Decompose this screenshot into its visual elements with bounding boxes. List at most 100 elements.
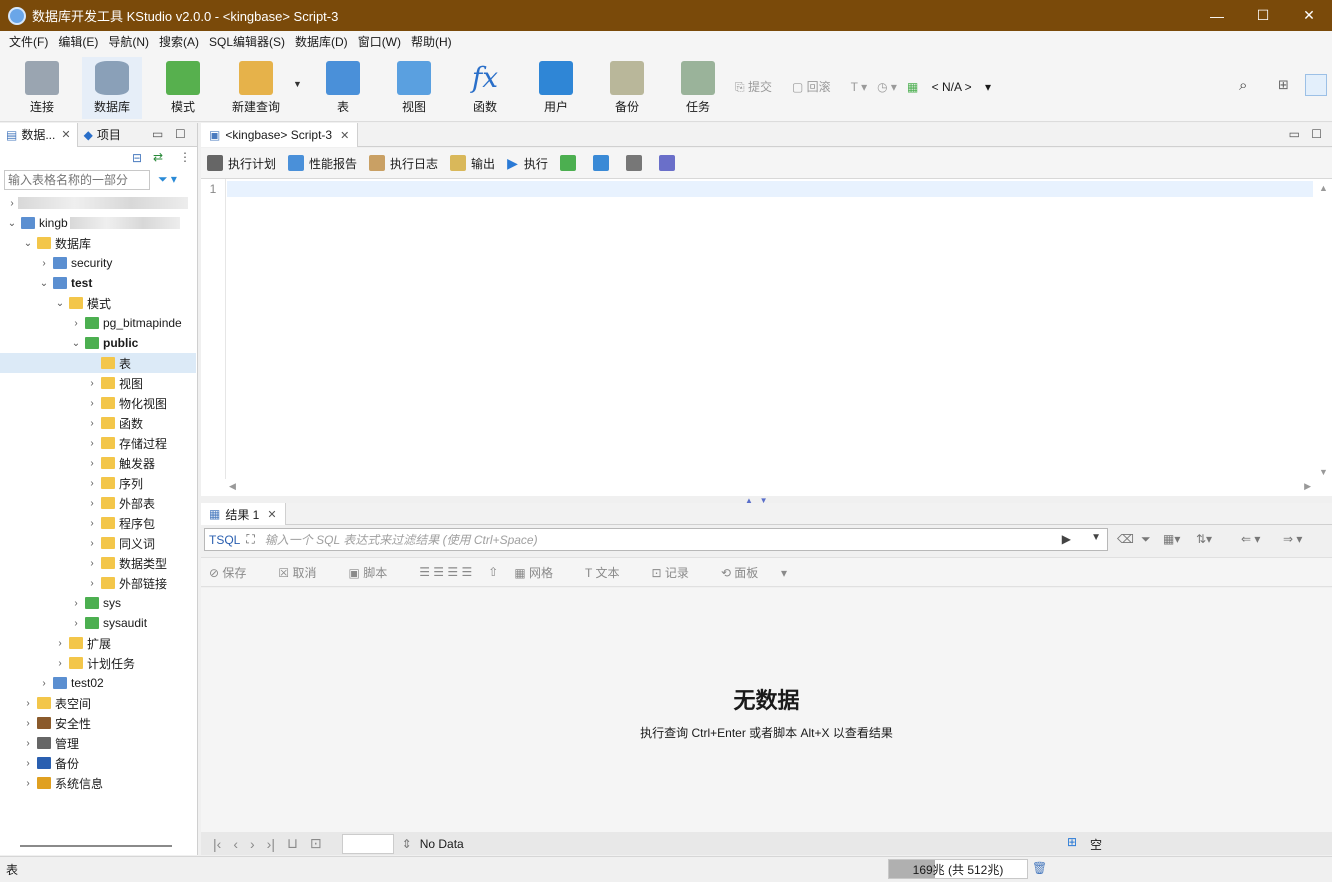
maximize-editor-icon[interactable]: ☐ [1311,127,1322,141]
tree-node-sysaudit[interactable]: › sysaudit [0,613,196,633]
memory-usage[interactable]: 169兆 (共 512兆) [888,859,1028,879]
execution-log-button[interactable]: 执行日志 [369,155,438,172]
tree-node-tablespaces[interactable]: › 表空间 [0,693,196,713]
rollback-button[interactable]: ▢ 回滚 [792,78,841,95]
filter-settings-icon[interactable]: ⏷ [1141,532,1151,547]
database-button[interactable]: 数据库 [82,57,142,119]
fetch-page-icon[interactable]: ⊔ [287,835,298,852]
tree-node-tables[interactable]: 表 [0,353,196,373]
link-editor-icon[interactable]: ⇄ [153,150,163,164]
menu-sql-editor[interactable]: SQL编辑器(S) [204,33,290,50]
filter-save-icon[interactable]: ▦▾ [1163,532,1180,546]
tree-node-connection-1[interactable]: › [0,193,196,213]
tab-project[interactable]: ◆ 项目 [78,123,127,147]
tree-node-databases[interactable]: ⌄ 数据库 [0,233,196,253]
open-perspective-icon[interactable]: ⊞ [1278,77,1289,93]
tab-result-1[interactable]: ▦ 结果 1 ✕ [201,503,286,525]
function-button[interactable]: fx 函数 [455,57,515,119]
close-icon[interactable]: ✕ [267,508,276,521]
tree-node-test02[interactable]: › test02 [0,673,196,693]
execute-in-new-tab-button[interactable] [559,155,581,171]
expand-icon[interactable]: › [6,198,18,209]
minimize-editor-icon[interactable]: ▭ [1289,127,1300,141]
close-icon[interactable]: ✕ [340,129,349,142]
back-arrow-icon[interactable]: ⇐ ▾ [1241,532,1260,546]
tree-node-dblinks[interactable]: › 外部链接 [0,573,196,593]
table-button[interactable]: 表 [313,57,373,119]
panels-button[interactable]: ⟲ 面板 ▾ [721,564,787,581]
menu-edit[interactable]: 编辑(E) [53,33,103,50]
tree-node-backup[interactable]: › 备份 [0,753,196,773]
menu-help[interactable]: 帮助(H) [406,33,457,50]
first-page-icon[interactable]: |‹ [213,836,221,852]
history-icon[interactable]: ◷ ▾ [877,80,897,94]
tree-node-datatypes[interactable]: › 数据类型 [0,553,196,573]
text-view-button[interactable]: T 文本 [585,564,635,581]
edit-sql-button[interactable] [658,155,680,171]
prev-page-icon[interactable]: ‹ [233,836,238,852]
explain-plan-button[interactable]: 执行计划 [207,155,276,172]
clear-filter-icon[interactable]: ⌫ [1117,532,1134,546]
scroll-down-icon[interactable]: ▼ [1319,467,1328,477]
forward-arrow-icon[interactable]: ⇒ ▾ [1283,532,1302,546]
output-button[interactable]: 输出 [450,155,495,172]
cancel-button[interactable]: ☒ 取消 [278,564,332,581]
tree-node-matviews[interactable]: › 物化视图 [0,393,196,413]
backup-button[interactable]: 备份 [597,57,657,119]
filter-icon[interactable]: ⏷ ▾ [158,172,177,187]
save-button[interactable]: ⊘ 保存 [209,564,262,581]
tree-node-security-db[interactable]: › security [0,253,196,273]
tree-node-security[interactable]: › 安全性 [0,713,196,733]
toggle-results-button[interactable] [625,155,647,171]
trash-icon[interactable]: 🗑 [1032,861,1047,875]
filter-expression-input[interactable]: TSQL ⛶ 输入一个 SQL 表达式来过滤结果 (使用 Ctrl+Space)… [204,528,1108,551]
tree-node-pg-bitmapindex[interactable]: › pg_bitmapinde [0,313,196,333]
tree-node-schemas[interactable]: ⌄ 模式 [0,293,196,313]
scroll-right-icon[interactable]: ▶ [1304,481,1311,492]
fetch-all-icon[interactable]: ⊡ [310,835,322,852]
script-button[interactable]: ▣ 脚本 [349,564,404,581]
horizontal-scrollbar[interactable] [20,845,172,847]
minimize-panel-icon[interactable]: ▭ [152,127,163,141]
execute-button[interactable]: ▶ 执行 [507,155,548,172]
sql-editor[interactable]: 1 ▲ ▼ ◀ ▶ [201,178,1332,496]
export-icon[interactable]: ⇧ [488,565,498,579]
tree-node-extensions[interactable]: › 扩展 [0,633,196,653]
record-view-button[interactable]: ⊡ 记录 [651,564,704,581]
vertical-scrollbar[interactable]: ▲ ▼ [1314,179,1332,479]
apply-filter-play-icon[interactable]: ▶ [1062,532,1071,546]
tree-node-packages[interactable]: › 程序包 [0,513,196,533]
maximize-panel-icon[interactable]: ☐ [175,127,186,141]
navigator-filter-input[interactable] [4,170,150,190]
tree-node-views[interactable]: › 视图 [0,373,196,393]
connect-button[interactable]: 连接 [12,57,72,119]
scroll-up-icon[interactable]: ▲ [1319,183,1328,193]
scroll-left-icon[interactable]: ◀ [229,481,236,492]
minimize-button[interactable]: — [1194,0,1240,31]
tab-database-navigator[interactable]: ▤ 数据... ✕ [0,122,78,147]
tree-node-test-db[interactable]: ⌄ test [0,273,196,293]
view-menu-icon[interactable]: ⋮ [179,150,191,164]
grid-view-button[interactable]: ▦ 网格 [514,564,569,581]
tree-node-public[interactable]: ⌄ public [0,333,196,353]
tree-node-functions[interactable]: › 函数 [0,413,196,433]
collapse-all-icon[interactable]: ⊟ [132,151,142,165]
tree-node-procedures[interactable]: › 存储过程 [0,433,196,453]
expand-filter-icon[interactable]: ⛶ [246,532,254,547]
menu-navigate[interactable]: 导航(N) [103,33,154,50]
active-schema-selector[interactable]: ▦ < N/A > ▾ [907,80,991,94]
tree-node-sys[interactable]: › sys [0,593,196,613]
tree-node-triggers[interactable]: › 触发器 [0,453,196,473]
refresh-icon[interactable]: ⇅▾ [1196,532,1212,546]
new-query-dropdown-icon[interactable]: ▼ [293,79,302,89]
tree-node-sequences[interactable]: › 序列 [0,473,196,493]
menu-database[interactable]: 数据库(D) [290,33,353,50]
row-edit-icons[interactable]: ☰ ☰ ☰ ☰ [419,565,472,579]
view-button[interactable]: 视图 [384,57,444,119]
last-page-icon[interactable]: ›| [267,836,275,852]
tree-node-jobs[interactable]: › 计划任务 [0,653,196,673]
menu-window[interactable]: 窗口(W) [353,33,406,50]
format-sql-button[interactable] [592,155,614,171]
perspective-icon[interactable] [1305,74,1327,96]
tab-script-3[interactable]: ▣ <kingbase> Script-3 ✕ [201,123,359,147]
